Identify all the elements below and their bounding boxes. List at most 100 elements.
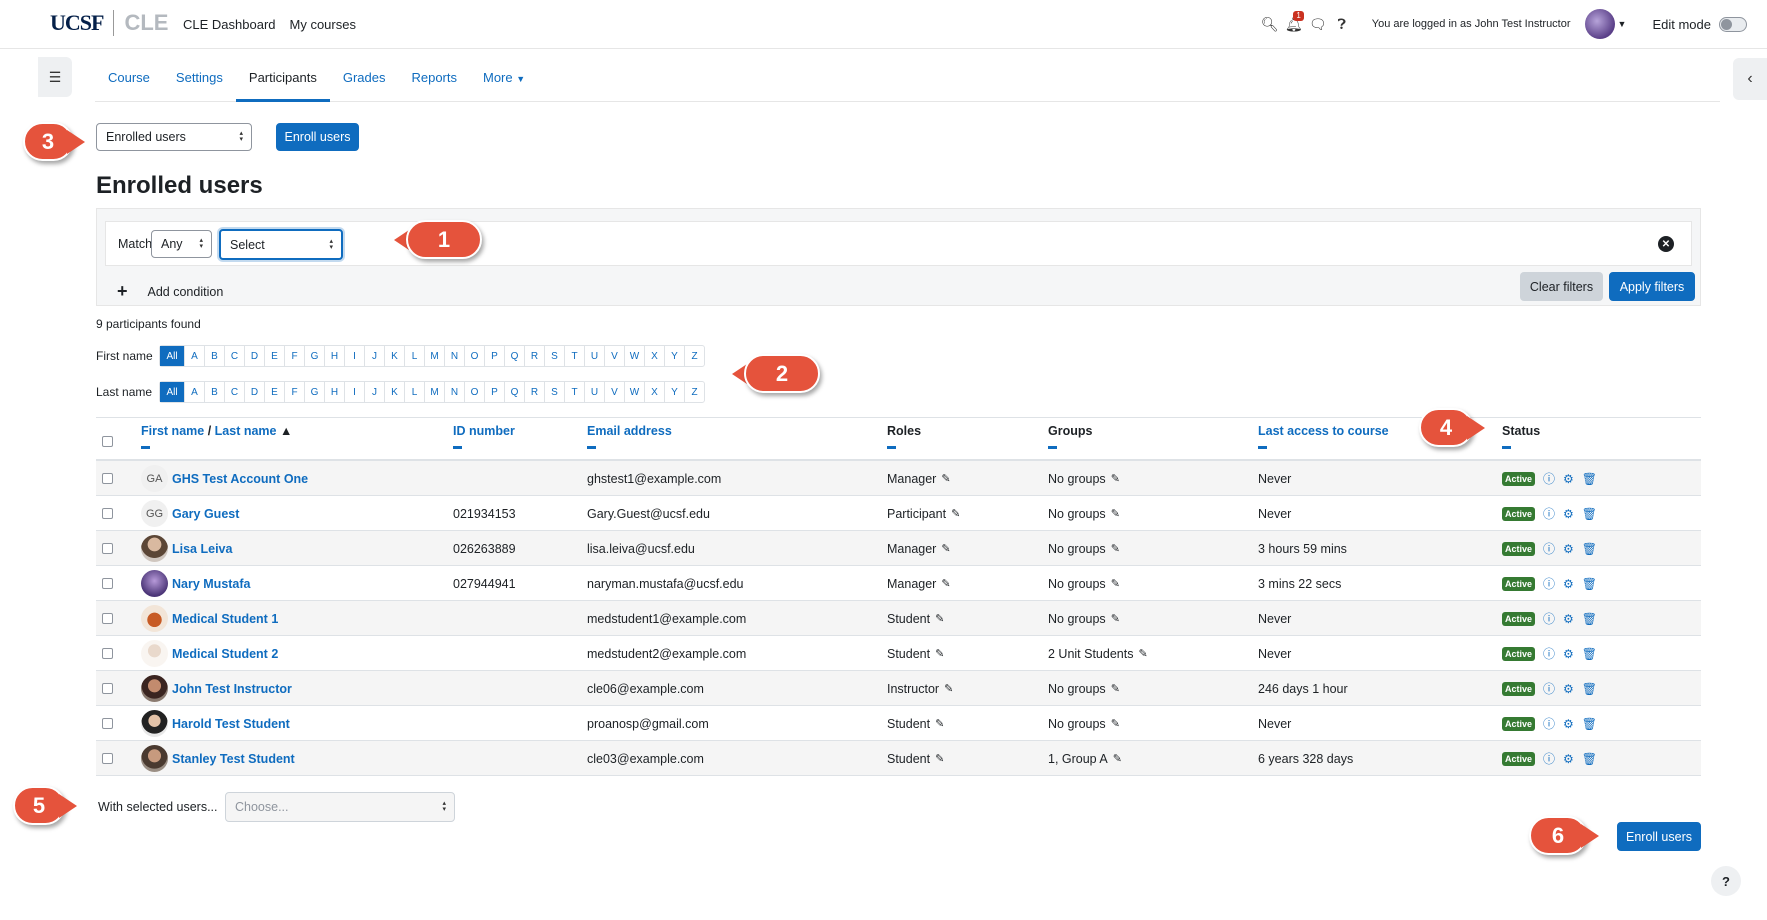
first-initial-w[interactable]: W [624, 346, 644, 366]
first-initial-z[interactable]: Z [684, 346, 704, 366]
first-initial-j[interactable]: J [364, 346, 384, 366]
edit-pencil-icon[interactable]: ✎ [1111, 717, 1120, 730]
first-initial-g[interactable]: G [304, 346, 324, 366]
enroll-users-button[interactable]: Enroll users [276, 123, 359, 151]
tab-participants[interactable]: Participants [235, 56, 330, 102]
last-initial-t[interactable]: T [564, 382, 584, 402]
last-initial-p[interactable]: P [484, 382, 504, 402]
add-condition-button[interactable]: + Add condition [117, 281, 223, 302]
tab-course[interactable]: Course [95, 56, 163, 102]
edit-pencil-icon[interactable]: ✎ [935, 717, 944, 730]
gear-icon[interactable]: ⚙ [1563, 717, 1574, 731]
tab-reports[interactable]: Reports [398, 56, 470, 102]
first-initial-m[interactable]: M [424, 346, 444, 366]
bell-icon[interactable]: 🔔︎ 1 [1282, 11, 1306, 36]
edit-pencil-icon[interactable]: ✎ [941, 577, 950, 590]
trash-icon[interactable]: 🗑︎ [1582, 542, 1597, 556]
first-initial-d[interactable]: D [244, 346, 264, 366]
sort-id-number[interactable]: ID number [453, 424, 515, 438]
row-checkbox[interactable] [102, 718, 113, 729]
last-initial-v[interactable]: V [604, 382, 624, 402]
sort-last-name[interactable]: Last name [215, 424, 277, 438]
first-initial-l[interactable]: L [404, 346, 424, 366]
first-initial-h[interactable]: H [324, 346, 344, 366]
edit-pencil-icon[interactable]: ✎ [1138, 647, 1147, 660]
last-initial-s[interactable]: S [544, 382, 564, 402]
user-name-link[interactable]: Medical Student 2 [172, 647, 278, 661]
edit-pencil-icon[interactable]: ✎ [1111, 612, 1120, 625]
user-name-link[interactable]: GHS Test Account One [172, 472, 308, 486]
gear-icon[interactable]: ⚙ [1563, 682, 1574, 696]
user-avatar[interactable] [1584, 9, 1615, 39]
edit-pencil-icon[interactable]: ✎ [944, 682, 953, 695]
user-name-link[interactable]: Lisa Leiva [172, 542, 232, 556]
last-initial-l[interactable]: L [404, 382, 424, 402]
tab-grades[interactable]: Grades [330, 56, 399, 102]
first-initial-r[interactable]: R [524, 346, 544, 366]
chevron-down-icon[interactable]: ▼ [1618, 19, 1627, 29]
last-initial-y[interactable]: Y [664, 382, 684, 402]
info-icon[interactable]: ⓘ [1543, 540, 1555, 557]
row-checkbox[interactable] [102, 683, 113, 694]
first-initial-u[interactable]: U [584, 346, 604, 366]
last-initial-q[interactable]: Q [504, 382, 524, 402]
first-initial-e[interactable]: E [264, 346, 284, 366]
edit-pencil-icon[interactable]: ✎ [1111, 507, 1120, 520]
bulk-action-select[interactable]: Choose... [225, 792, 455, 822]
first-initial-t[interactable]: T [564, 346, 584, 366]
first-initial-q[interactable]: Q [504, 346, 524, 366]
info-icon[interactable]: ⓘ [1543, 715, 1555, 732]
gear-icon[interactable]: ⚙ [1563, 647, 1574, 661]
trash-icon[interactable]: 🗑︎ [1582, 752, 1597, 766]
last-initial-o[interactable]: O [464, 382, 484, 402]
info-icon[interactable]: ⓘ [1543, 470, 1555, 487]
gear-icon[interactable]: ⚙ [1563, 752, 1574, 766]
last-initial-f[interactable]: F [284, 382, 304, 402]
row-checkbox[interactable] [102, 508, 113, 519]
user-name-link[interactable]: Medical Student 1 [172, 612, 278, 626]
course-index-toggle[interactable]: ☰ [38, 57, 72, 97]
first-initial-f[interactable]: F [284, 346, 304, 366]
sort-last-access[interactable]: Last access to course [1258, 424, 1389, 438]
row-checkbox[interactable] [102, 613, 113, 624]
gear-icon[interactable]: ⚙ [1563, 507, 1574, 521]
info-icon[interactable]: ⓘ [1543, 645, 1555, 662]
first-initial-k[interactable]: K [384, 346, 404, 366]
last-initial-m[interactable]: M [424, 382, 444, 402]
last-initial-z[interactable]: Z [684, 382, 704, 402]
last-initial-x[interactable]: X [644, 382, 664, 402]
participants-view-select[interactable]: Enrolled users [96, 123, 252, 151]
first-initial-s[interactable]: S [544, 346, 564, 366]
collapse-column-icon[interactable] [587, 446, 596, 449]
gear-icon[interactable]: ⚙ [1563, 542, 1574, 556]
last-initial-e[interactable]: E [264, 382, 284, 402]
gear-icon[interactable]: ⚙ [1563, 612, 1574, 626]
sort-first-name[interactable]: First name [141, 424, 204, 438]
last-initial-i[interactable]: I [344, 382, 364, 402]
info-icon[interactable]: ⓘ [1543, 750, 1555, 767]
edit-pencil-icon[interactable]: ✎ [1111, 472, 1120, 485]
first-initial-p[interactable]: P [484, 346, 504, 366]
row-checkbox[interactable] [102, 473, 113, 484]
user-name-link[interactable]: Gary Guest [172, 507, 239, 521]
last-initial-all[interactable]: All [160, 382, 184, 402]
collapse-column-icon[interactable] [1502, 446, 1511, 449]
trash-icon[interactable]: 🗑︎ [1582, 647, 1597, 661]
apply-filters-button[interactable]: Apply filters [1609, 272, 1695, 301]
gear-icon[interactable]: ⚙ [1563, 472, 1574, 486]
trash-icon[interactable]: 🗑︎ [1582, 472, 1597, 486]
info-icon[interactable]: ⓘ [1543, 610, 1555, 627]
collapse-column-icon[interactable] [453, 446, 462, 449]
first-initial-all[interactable]: All [160, 346, 184, 366]
page-help-button[interactable]: ? [1711, 866, 1741, 896]
edit-pencil-icon[interactable]: ✎ [935, 647, 944, 660]
edit-pencil-icon[interactable]: ✎ [941, 542, 950, 555]
gear-icon[interactable]: ⚙ [1563, 577, 1574, 591]
match-select[interactable]: Any [151, 230, 212, 258]
tab-more[interactable]: More ▼ [470, 56, 538, 102]
first-initial-n[interactable]: N [444, 346, 464, 366]
sort-email[interactable]: Email address [587, 424, 672, 438]
collapse-column-icon[interactable] [887, 446, 896, 449]
select-all-checkbox[interactable] [102, 436, 113, 447]
close-icon[interactable]: ✕ [1658, 236, 1674, 252]
